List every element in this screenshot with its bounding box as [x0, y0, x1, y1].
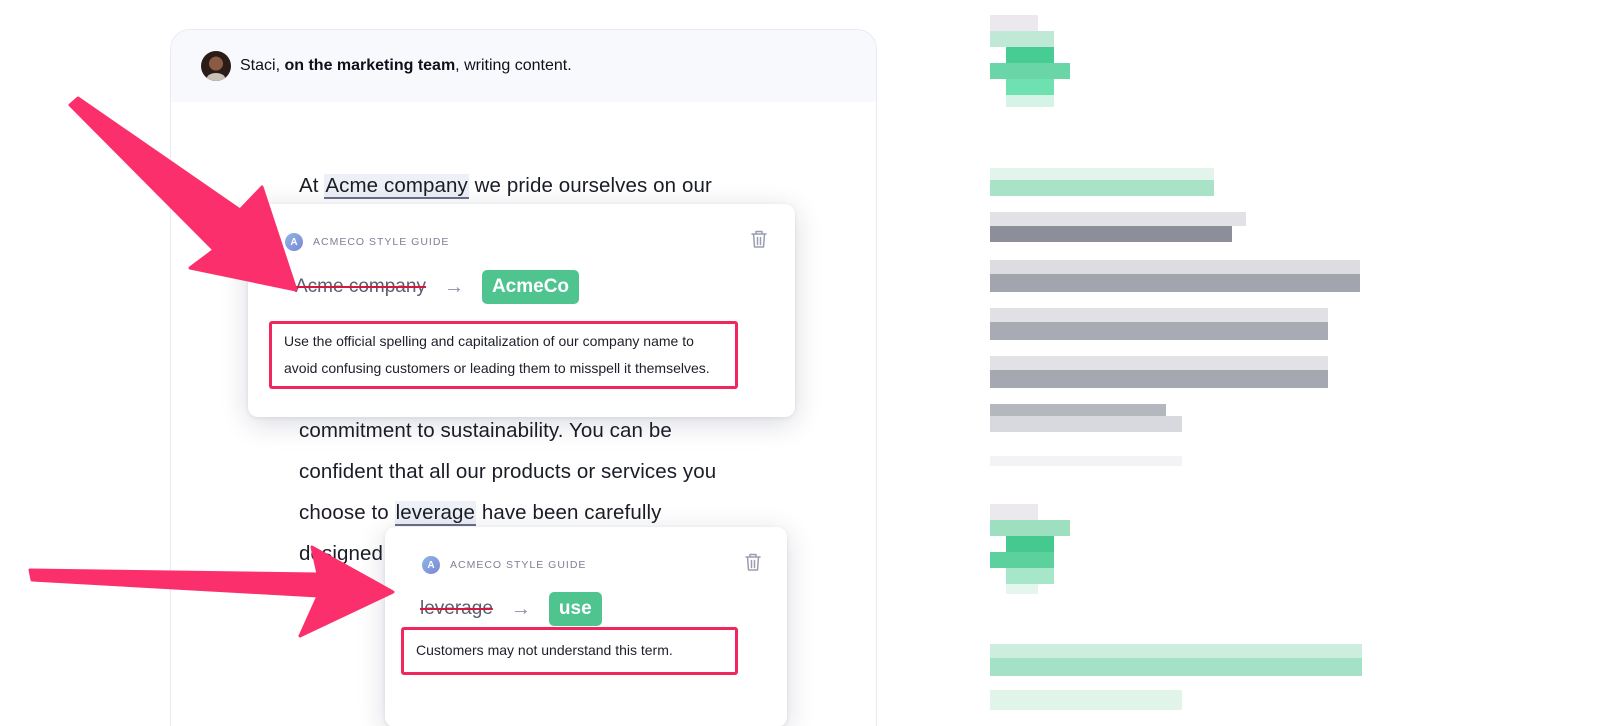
original-term: leverage — [420, 598, 493, 619]
explanation-line-1: Use the official spelling and capitaliza… — [284, 333, 694, 349]
flagged-term-leverage[interactable]: leverage — [394, 501, 477, 526]
style-guide-logo-icon: A — [285, 233, 303, 251]
explanation-highlight: Use the official spelling and capitaliza… — [269, 321, 738, 389]
explanation-line-1: Customers may not understand this term. — [416, 642, 673, 658]
header-text: Staci, on the marketing team, writing co… — [240, 57, 572, 74]
suggestion-card-acme[interactable]: A ACMECO STYLE GUIDE Acme company → Acme… — [248, 204, 795, 417]
user-team: on the marketing team — [284, 57, 456, 74]
style-guide-logo-icon: A — [422, 556, 440, 574]
accept-replacement-button[interactable]: AcmeCo — [481, 270, 580, 304]
accept-replacement-button[interactable]: use — [548, 592, 602, 626]
card-source: A ACMECO STYLE GUIDE — [422, 556, 586, 574]
user-name: Staci — [240, 57, 276, 74]
trash-icon[interactable] — [750, 229, 768, 249]
original-term: Acme company — [295, 276, 426, 297]
arrow-right-icon: → — [443, 275, 464, 298]
avatar — [201, 51, 231, 81]
document-line-3[interactable]: confident that all our products or servi… — [299, 460, 716, 484]
explanation-highlight: Customers may not understand this term. — [401, 627, 738, 675]
document-line-5[interactable]: designed — [299, 542, 383, 566]
document-line-1[interactable]: At Acme company we pride ourselves on ou… — [299, 174, 712, 199]
style-guide-label: ACMECO STYLE GUIDE — [313, 236, 450, 248]
flagged-term-acme-company[interactable]: Acme company — [324, 174, 469, 199]
pixelated-preview — [975, 10, 1395, 726]
user-activity: , writing content. — [455, 57, 572, 74]
suggestion-row: Acme company → AcmeCo — [295, 270, 580, 304]
document-line-2[interactable]: commitment to sustainability. You can be — [299, 419, 672, 443]
trash-icon[interactable] — [744, 552, 762, 572]
style-guide-label: ACMECO STYLE GUIDE — [450, 559, 587, 571]
card-source: A ACMECO STYLE GUIDE — [285, 233, 449, 251]
editor-header: Staci, on the marketing team, writing co… — [171, 30, 876, 102]
suggestion-row: leverage → use — [420, 592, 602, 626]
document-line-4[interactable]: choose to leverage have been carefully — [299, 501, 662, 526]
suggestion-card-leverage[interactable]: A ACMECO STYLE GUIDE leverage → use Cust… — [385, 527, 787, 726]
arrow-right-icon: → — [510, 597, 531, 620]
explanation-line-2: avoid confusing customers or leading the… — [284, 360, 710, 376]
